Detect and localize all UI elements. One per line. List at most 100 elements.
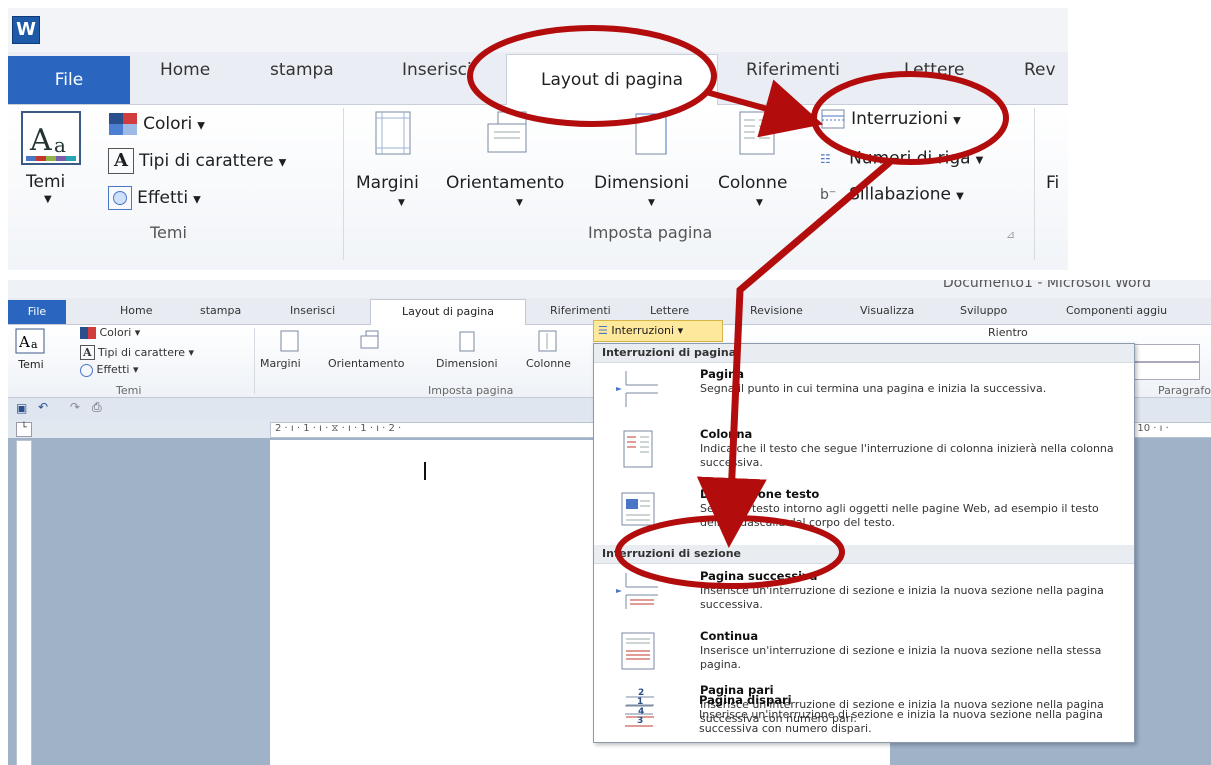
tab-inserisci[interactable]: Inserisci xyxy=(402,60,472,80)
chevron-down-icon: ▼ xyxy=(648,198,655,208)
menu-item-pagina-dispari[interactable]: 1 3 Pagina dispari Inserisce un'interruz… xyxy=(593,690,1133,750)
menu-item-description: Inserisce un'interruzione di sezione e i… xyxy=(700,644,1102,671)
font-icon: A xyxy=(80,345,95,360)
group-divider xyxy=(1034,108,1035,260)
vertical-ruler[interactable] xyxy=(16,440,32,765)
menu-item-title: Colonna xyxy=(700,427,753,441)
sillabazione-button[interactable]: b⁻ Sillabazione ▼ xyxy=(820,184,964,205)
colori-label: Colori xyxy=(99,326,132,339)
tab-file[interactable]: File xyxy=(8,300,66,324)
tab-home[interactable]: Home xyxy=(120,304,152,317)
svg-text:A: A xyxy=(18,333,30,351)
effects-icon xyxy=(80,363,93,377)
tab-riferimenti[interactable]: Riferimenti xyxy=(746,60,840,80)
effetti-label: Effetti xyxy=(96,363,130,376)
line-numbers-icon: ☷ xyxy=(820,151,831,166)
menu-item-colonna[interactable]: Colonna Indica che il testo che segue l'… xyxy=(594,423,1134,483)
menu-item-description: Segna il punto in cui termina una pagina… xyxy=(700,382,1047,395)
tab-layout-di-pagina[interactable]: Layout di pagina xyxy=(506,54,718,107)
group-label-imposta-pagina: Imposta pagina xyxy=(428,384,514,397)
colonne-button[interactable]: Colonne xyxy=(718,173,787,193)
save-icon[interactable]: ▣ xyxy=(16,401,27,415)
menu-item-pagina[interactable]: Pagina Segna il punto in cui termina una… xyxy=(594,363,1134,423)
tab-riferimenti[interactable]: Riferimenti xyxy=(550,304,611,317)
themes-icon: Aa xyxy=(15,328,45,354)
tab-sviluppo[interactable]: Sviluppo xyxy=(960,304,1007,317)
orientation-icon xyxy=(360,330,379,349)
margini-button[interactable]: Margini xyxy=(356,173,419,193)
next-page-section-icon xyxy=(616,573,658,609)
menu-header-page-breaks: Interruzioni di pagina xyxy=(594,344,1134,363)
dimensioni-button[interactable]: Dimensioni xyxy=(436,357,498,370)
breaks-icon xyxy=(821,109,845,129)
tab-stampa[interactable]: stampa xyxy=(200,304,241,317)
tipi-di-carattere-button[interactable]: A Tipi di carattere ▾ xyxy=(80,345,194,360)
filigrana-button-partial[interactable]: Fi xyxy=(1046,173,1059,193)
temi-button[interactable]: Aa Temi xyxy=(14,328,48,372)
group-label-temi: Temi xyxy=(116,384,142,397)
tab-home[interactable]: Home xyxy=(160,60,210,80)
margini-button[interactable]: Margini xyxy=(260,357,301,370)
ruler-scale-right: · 10 · ı · xyxy=(1131,423,1169,434)
group-label-temi: Temi xyxy=(150,223,187,242)
svg-text:1: 1 xyxy=(637,697,643,707)
menu-item-continua[interactable]: Continua Inserisce un'interruzione di se… xyxy=(594,625,1134,685)
columns-icon xyxy=(739,111,775,155)
svg-text:a: a xyxy=(31,338,38,351)
colors-icon xyxy=(109,113,137,135)
menu-item-pagina-successiva[interactable]: Pagina successiva Inserisce un'interruzi… xyxy=(594,565,1134,625)
print-icon[interactable]: ⎙ xyxy=(92,400,102,415)
tab-lettere[interactable]: Lettere xyxy=(904,60,965,80)
tab-inserisci[interactable]: Inserisci xyxy=(290,304,335,317)
menu-item-description: Inserisce un'interruzione di sezione e i… xyxy=(699,708,1103,735)
colors-icon xyxy=(80,327,96,339)
dimensioni-button[interactable]: Dimensioni xyxy=(594,173,689,193)
menu-item-description: Separa il testo intorno agli oggetti nel… xyxy=(700,502,1099,529)
chevron-down-icon: ▼ xyxy=(756,198,763,208)
colonne-button[interactable]: Colonne xyxy=(526,357,571,370)
interruzioni-button[interactable]: Interruzioni ▼ xyxy=(820,108,961,130)
sillabazione-label: Sillabazione xyxy=(849,184,951,205)
numeri-di-riga-button[interactable]: ☷ Numeri di riga ▼ xyxy=(820,148,983,169)
colori-button[interactable]: Colori ▼ xyxy=(108,112,205,136)
tab-layout-di-pagina[interactable]: Layout di pagina xyxy=(370,299,526,326)
tab-revisione[interactable]: Rev xyxy=(1024,60,1056,80)
group-divider xyxy=(343,108,344,260)
redo-icon[interactable]: ↷ xyxy=(70,400,80,414)
orientamento-button[interactable]: Orientamento xyxy=(446,173,564,193)
effetti-button[interactable]: Effetti ▾ xyxy=(80,363,139,377)
menu-header-section-breaks: Interruzioni di sezione xyxy=(594,545,1134,564)
dialog-launcher-icon[interactable]: ⊿ xyxy=(1006,228,1015,241)
chevron-down-icon: ▼ xyxy=(44,194,52,205)
temi-button[interactable]: A a Temi ▼ xyxy=(18,110,98,220)
tab-revisione[interactable]: Revisione xyxy=(750,304,803,317)
tab-visualizza[interactable]: Visualizza xyxy=(860,304,914,317)
tipi-label: Tipi di carattere xyxy=(139,151,274,171)
svg-text:A: A xyxy=(29,123,52,158)
undo-icon[interactable]: ↶ xyxy=(38,400,48,414)
colori-button[interactable]: Colori ▾ xyxy=(80,326,140,339)
ruler-scale: 2 · ı · 1 · ı · ⧖ · ı · 1 · ı · 2 · xyxy=(275,423,402,434)
tipi-di-carattere-button[interactable]: A Tipi di carattere ▼ xyxy=(108,148,286,174)
group-divider xyxy=(254,328,255,394)
tab-componenti-aggiuntivi[interactable]: Componenti aggiu xyxy=(1066,304,1167,317)
menu-item-description: Indica che il testo che segue l'interruz… xyxy=(700,442,1114,469)
chevron-down-icon: ▼ xyxy=(278,157,287,169)
tab-file[interactable]: File xyxy=(8,56,130,104)
tab-stop-selector[interactable]: └ xyxy=(16,422,32,437)
chevron-down-icon: ▼ xyxy=(953,115,961,127)
orientamento-button[interactable]: Orientamento xyxy=(328,357,405,370)
columns-icon xyxy=(538,330,557,352)
menu-item-title: Disposizione testo xyxy=(700,487,820,501)
tab-lettere[interactable]: Lettere xyxy=(650,304,689,317)
interruzioni-dropdown: Interruzioni di pagina Pagina Segna il p… xyxy=(593,343,1135,743)
effetti-button[interactable]: Effetti ▼ xyxy=(108,186,201,210)
column-break-icon xyxy=(623,430,653,468)
interruzioni-button[interactable]: ☰ Interruzioni ▾ xyxy=(593,320,723,342)
menu-item-title: Continua xyxy=(700,629,759,643)
temi-label: Temi xyxy=(26,172,66,192)
menu-item-disposizione-testo[interactable]: Disposizione testo Separa il testo intor… xyxy=(594,483,1134,543)
tab-stampa[interactable]: stampa xyxy=(270,60,334,80)
group-label-imposta-pagina: Imposta pagina xyxy=(588,223,713,242)
margins-icon xyxy=(375,111,411,155)
